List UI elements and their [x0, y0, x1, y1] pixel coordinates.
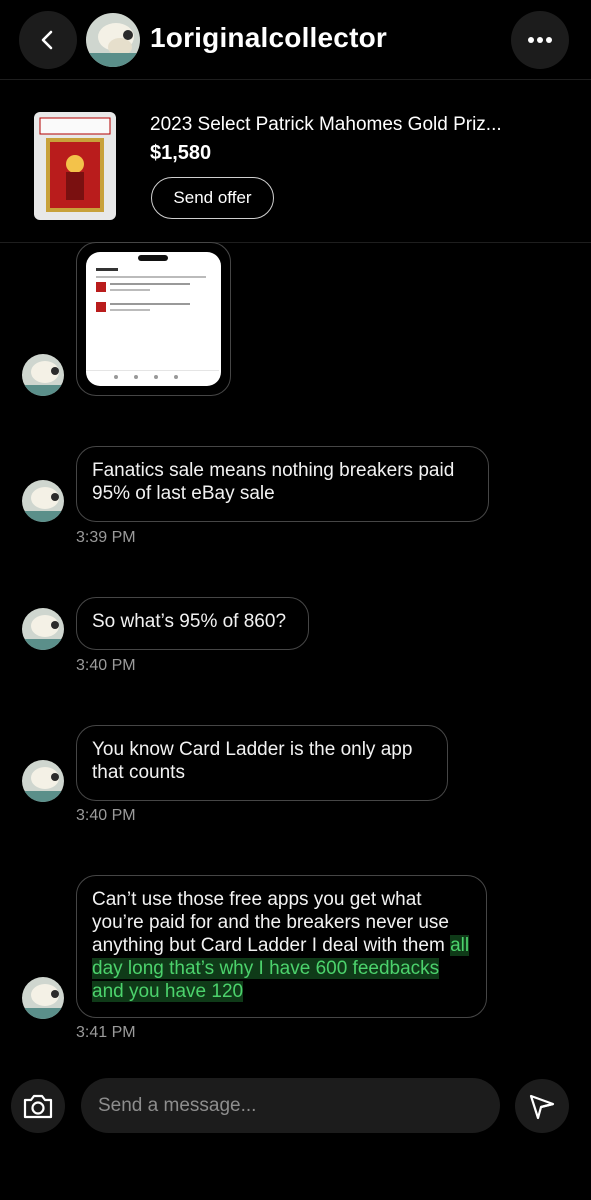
chevron-left-icon [41, 30, 53, 50]
avatar[interactable] [22, 977, 64, 1019]
message-input[interactable] [81, 1078, 500, 1133]
message-bubble[interactable]: Can’t use those free apps you get what y… [76, 875, 487, 1018]
more-horizontal-icon [528, 37, 552, 43]
back-button[interactable] [19, 11, 77, 69]
screenshot-image [86, 252, 221, 386]
message-bubble[interactable]: You know Card Ladder is the only app tha… [76, 725, 448, 801]
camera-icon [23, 1094, 53, 1119]
send-button[interactable] [515, 1079, 569, 1133]
avatar[interactable] [22, 760, 64, 802]
more-options-button[interactable] [511, 11, 569, 69]
message-timestamp: 3:40 PM [76, 807, 136, 824]
listing-title[interactable]: 2023 Select Patrick Mahomes Gold Priz... [150, 114, 570, 136]
avatar[interactable] [86, 13, 140, 67]
message-bubble[interactable]: Fanatics sale means nothing breakers pai… [76, 446, 489, 522]
listing-price: $1,580 [150, 142, 212, 164]
message-timestamp: 3:41 PM [76, 1024, 136, 1041]
message-timestamp: 3:40 PM [76, 657, 136, 674]
message-timestamp: 3:39 PM [76, 529, 136, 546]
send-offer-button[interactable]: Send offer [151, 177, 274, 219]
message-text: You know Card Ladder is the only app tha… [92, 739, 413, 783]
avatar[interactable] [22, 608, 64, 650]
message-text: Can’t use those free apps you get what y… [92, 889, 449, 956]
send-icon [529, 1094, 555, 1120]
username[interactable]: 1originalcollector [150, 22, 387, 54]
listing-thumbnail[interactable] [34, 112, 116, 220]
message-bubble[interactable]: So what’s 95% of 860? [76, 597, 309, 650]
avatar[interactable] [22, 354, 64, 396]
message-text: Fanatics sale means nothing breakers pai… [92, 460, 455, 504]
listing-card[interactable]: 2023 Select Patrick Mahomes Gold Priz...… [0, 81, 591, 243]
chat-header: 1originalcollector [0, 0, 591, 80]
image-message[interactable] [76, 242, 231, 396]
message-text: So what’s 95% of 860? [92, 611, 287, 632]
camera-button[interactable] [11, 1079, 65, 1133]
avatar[interactable] [22, 480, 64, 522]
